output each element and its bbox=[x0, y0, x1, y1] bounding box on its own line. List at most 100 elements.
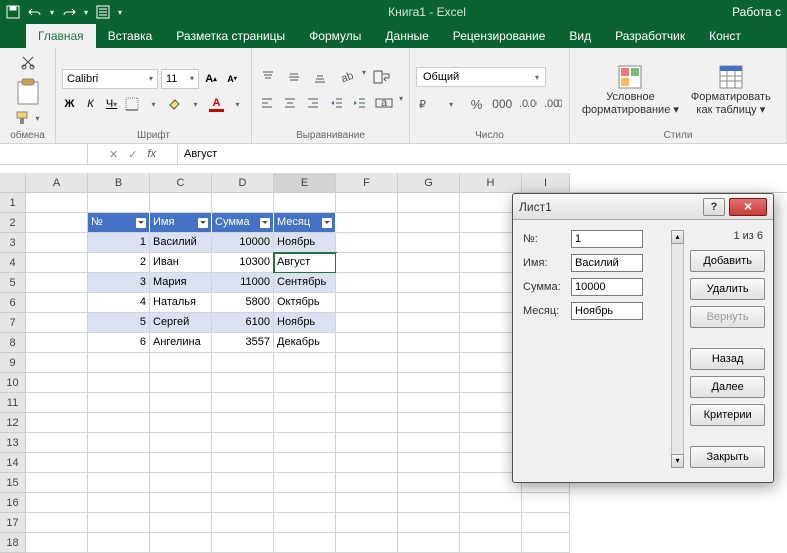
cell[interactable] bbox=[26, 313, 88, 333]
cell[interactable] bbox=[398, 193, 460, 213]
row-header[interactable]: 7 bbox=[0, 313, 26, 333]
cell[interactable]: Иван bbox=[150, 253, 212, 273]
table-header[interactable]: Сумма bbox=[212, 213, 274, 233]
field-month-input[interactable] bbox=[571, 302, 643, 320]
filter-dropdown-icon[interactable] bbox=[322, 218, 332, 228]
cell[interactable] bbox=[274, 373, 336, 393]
cell[interactable] bbox=[150, 353, 212, 373]
tab-page-layout[interactable]: Разметка страницы bbox=[164, 24, 297, 48]
row-header[interactable]: 6 bbox=[0, 293, 26, 313]
font-color-icon[interactable]: A bbox=[209, 97, 224, 112]
cell[interactable] bbox=[274, 393, 336, 413]
cell[interactable] bbox=[26, 453, 88, 473]
criteria-button[interactable]: Критерии bbox=[690, 404, 765, 426]
cell[interactable] bbox=[398, 293, 460, 313]
cell[interactable] bbox=[150, 433, 212, 453]
cell[interactable] bbox=[212, 513, 274, 533]
cell[interactable] bbox=[274, 453, 336, 473]
row-header[interactable]: 8 bbox=[0, 333, 26, 353]
fill-color-icon[interactable] bbox=[167, 97, 182, 111]
row-header[interactable]: 13 bbox=[0, 433, 26, 453]
close-button[interactable]: × bbox=[729, 198, 767, 216]
cell[interactable] bbox=[336, 353, 398, 373]
cell[interactable] bbox=[336, 253, 398, 273]
cell[interactable] bbox=[212, 193, 274, 213]
currency-dropdown-icon[interactable]: ▾ bbox=[441, 95, 460, 113]
border-dropdown-icon[interactable]: ▾ bbox=[146, 100, 161, 109]
cell[interactable]: Сентябрь bbox=[274, 273, 336, 293]
tab-insert[interactable]: Вставка bbox=[96, 24, 165, 48]
cell[interactable] bbox=[26, 393, 88, 413]
comma-icon[interactable]: 000 bbox=[492, 95, 512, 113]
cell[interactable] bbox=[522, 493, 570, 513]
field-n-input[interactable] bbox=[571, 230, 643, 248]
cell[interactable] bbox=[336, 193, 398, 213]
select-all-corner[interactable] bbox=[0, 173, 26, 192]
formula-input[interactable]: Август bbox=[178, 148, 787, 160]
font-name-select[interactable]: Calibri▾ bbox=[62, 69, 158, 89]
dialog-titlebar[interactable]: Лист1 ? × bbox=[513, 194, 773, 220]
cell[interactable] bbox=[398, 393, 460, 413]
tab-file[interactable] bbox=[0, 38, 26, 48]
tab-formulas[interactable]: Формулы bbox=[297, 24, 373, 48]
cell[interactable] bbox=[274, 193, 336, 213]
decrease-indent-icon[interactable] bbox=[328, 94, 345, 112]
row-header[interactable]: 4 bbox=[0, 253, 26, 273]
cell[interactable] bbox=[460, 533, 522, 553]
increase-decimal-icon[interactable]: .0.00 bbox=[518, 95, 537, 113]
cell[interactable] bbox=[336, 413, 398, 433]
cell[interactable] bbox=[26, 213, 88, 233]
back-button[interactable]: Назад bbox=[690, 348, 765, 370]
col-header[interactable]: A bbox=[26, 173, 88, 192]
grow-font-icon[interactable]: A▴ bbox=[202, 69, 220, 89]
cell[interactable] bbox=[26, 253, 88, 273]
tab-review[interactable]: Рецензирование bbox=[441, 24, 558, 48]
cell[interactable] bbox=[460, 513, 522, 533]
record-scrollbar[interactable]: ▴ ▾ bbox=[671, 230, 684, 468]
cell[interactable] bbox=[26, 193, 88, 213]
scroll-down-icon[interactable]: ▾ bbox=[671, 454, 684, 468]
cell[interactable]: Декабрь bbox=[274, 333, 336, 353]
cell[interactable]: Наталья bbox=[150, 293, 212, 313]
cell[interactable]: 5 bbox=[88, 313, 150, 333]
cell[interactable] bbox=[26, 293, 88, 313]
cell[interactable] bbox=[460, 493, 522, 513]
cell[interactable]: 6 bbox=[88, 333, 150, 353]
cell[interactable] bbox=[88, 453, 150, 473]
row-header[interactable]: 17 bbox=[0, 513, 26, 533]
cell[interactable]: Ноябрь bbox=[274, 313, 336, 333]
row-header[interactable]: 9 bbox=[0, 353, 26, 373]
field-name-input[interactable] bbox=[571, 254, 643, 272]
cell[interactable] bbox=[274, 493, 336, 513]
col-header[interactable]: E bbox=[274, 173, 336, 192]
number-format-select[interactable]: Общий▾ bbox=[416, 67, 546, 87]
cell[interactable] bbox=[26, 273, 88, 293]
cell[interactable] bbox=[212, 533, 274, 553]
cell[interactable] bbox=[522, 533, 570, 553]
cell[interactable] bbox=[26, 413, 88, 433]
align-left-icon[interactable] bbox=[258, 94, 275, 112]
cell[interactable] bbox=[88, 413, 150, 433]
cell[interactable]: 4 bbox=[88, 293, 150, 313]
cell[interactable] bbox=[88, 353, 150, 373]
cell[interactable]: 1 bbox=[88, 233, 150, 253]
delete-button[interactable]: Удалить bbox=[690, 278, 765, 300]
paste-icon[interactable] bbox=[14, 78, 42, 106]
cell[interactable] bbox=[26, 373, 88, 393]
cell[interactable] bbox=[212, 433, 274, 453]
row-header[interactable]: 12 bbox=[0, 413, 26, 433]
cell[interactable]: 5800 bbox=[212, 293, 274, 313]
cell[interactable] bbox=[88, 373, 150, 393]
paste-dropdown-icon[interactable]: ▾ bbox=[35, 114, 39, 123]
col-header[interactable]: D bbox=[212, 173, 274, 192]
percent-icon[interactable]: % bbox=[467, 95, 486, 113]
cell[interactable] bbox=[150, 513, 212, 533]
cut-icon[interactable] bbox=[20, 54, 36, 70]
col-header[interactable]: G bbox=[398, 173, 460, 192]
col-header[interactable]: H bbox=[460, 173, 522, 192]
cell[interactable]: Василий bbox=[150, 233, 212, 253]
cell[interactable] bbox=[274, 353, 336, 373]
save-icon[interactable] bbox=[6, 5, 20, 19]
cell[interactable]: Сергей bbox=[150, 313, 212, 333]
form-icon[interactable] bbox=[96, 5, 110, 19]
